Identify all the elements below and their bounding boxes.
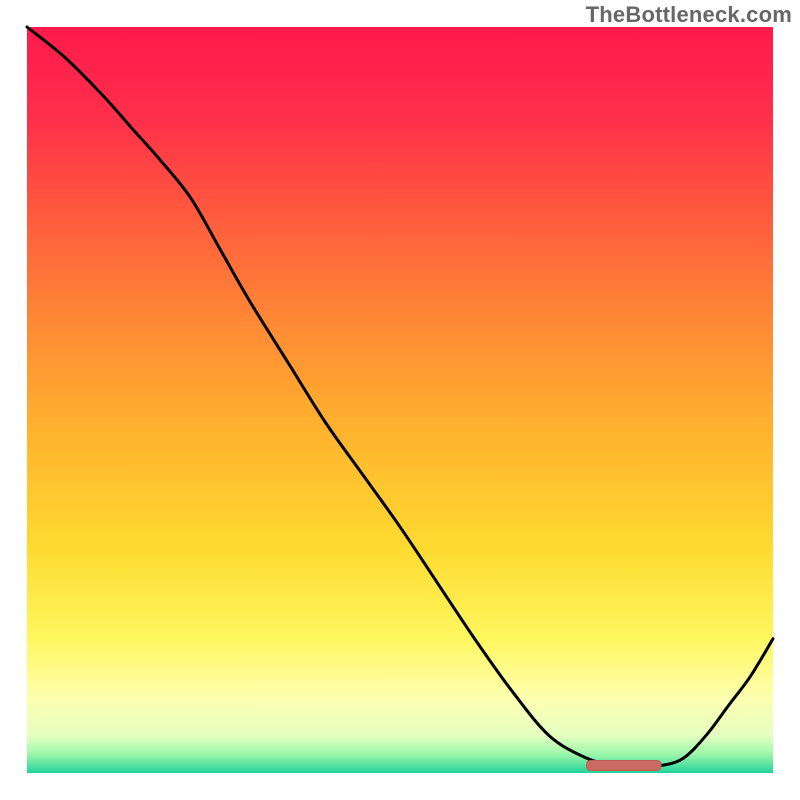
watermark-text: TheBottleneck.com <box>586 2 792 28</box>
bottleneck-chart <box>0 0 800 800</box>
chart-container: TheBottleneck.com <box>0 0 800 800</box>
target-segment-marker <box>587 761 662 771</box>
plot-background <box>27 27 773 773</box>
